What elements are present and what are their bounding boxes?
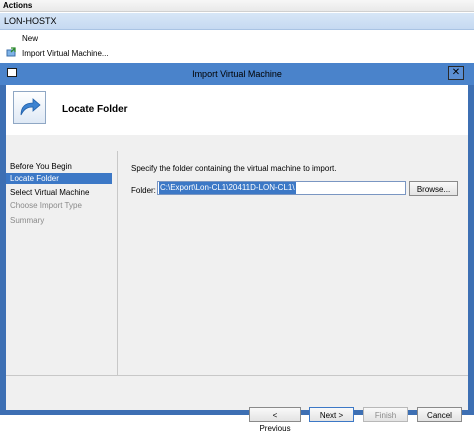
actions-pane-header: Actions: [0, 0, 474, 12]
import-vm-icon: [6, 47, 17, 58]
arrow-right-icon: [13, 91, 46, 124]
close-icon: ✕: [451, 67, 461, 78]
dialog-titlebar[interactable]: Import Virtual Machine ✕: [0, 63, 474, 85]
dialog-client: Locate Folder Before You Begin Locate Fo…: [6, 85, 468, 433]
wizard-nav: Before You Begin Locate Folder Select Vi…: [6, 161, 114, 372]
action-import-vm[interactable]: Import Virtual Machine...: [6, 47, 109, 61]
nav-item-select-virtual-machine[interactable]: Select Virtual Machine: [6, 187, 112, 198]
nav-item-choose-import-type: Choose Import Type: [10, 201, 82, 210]
dialog-title: Import Virtual Machine: [192, 69, 282, 79]
folder-input[interactable]: C:\Export\Lon-CL1\20411D-LON-CL1\: [157, 181, 406, 195]
host-item[interactable]: LON-HOSTX: [0, 13, 474, 30]
folder-label: Folder:: [131, 186, 156, 195]
import-vm-dialog: Import Virtual Machine ✕ Locate Folder B…: [0, 63, 474, 433]
nav-item-locate-folder[interactable]: Locate Folder: [6, 173, 112, 184]
action-new[interactable]: New: [22, 32, 38, 46]
nav-divider: [117, 151, 118, 375]
folder-input-value: C:\Export\Lon-CL1\20411D-LON-CL1\: [159, 182, 296, 194]
wizard-header: Locate Folder: [6, 85, 468, 135]
close-button[interactable]: ✕: [448, 66, 464, 80]
nav-item-summary: Summary: [10, 216, 45, 225]
header-divider: [6, 134, 468, 135]
page-title: Locate Folder: [62, 104, 128, 115]
browse-button[interactable]: Browse...: [409, 181, 458, 196]
action-import-vm-label: Import Virtual Machine...: [22, 49, 109, 58]
instruction-text: Specify the folder containing the virtua…: [131, 164, 337, 173]
footer-divider: [6, 375, 468, 376]
nav-item-before-you-begin[interactable]: Before You Begin: [6, 161, 112, 172]
